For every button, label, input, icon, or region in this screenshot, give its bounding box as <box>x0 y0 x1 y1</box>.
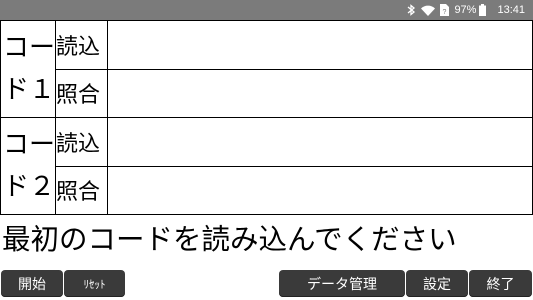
code2-read-row: コー ド２ 読込 <box>0 117 533 215</box>
code1-verify-row: 照合 <box>1 68 533 118</box>
code1-label-line1: コー <box>3 33 56 63</box>
battery-icon <box>479 4 487 16</box>
code1-label-line2: ド１ <box>3 75 56 105</box>
reset-button[interactable]: ﾘｾｯﾄ <box>64 270 125 297</box>
code2-label: コー ド２ <box>0 117 57 215</box>
code1-label: コー ド１ <box>0 20 57 118</box>
battery-status: 97% <box>454 4 487 16</box>
bluetooth-icon <box>407 4 416 16</box>
code2-read-value <box>107 117 533 167</box>
code2-label-line2: ド２ <box>3 172 56 202</box>
code1-verify-value <box>107 68 533 118</box>
code2-verify-row: 照合 <box>1 165 533 215</box>
sim-icon: ? <box>440 4 450 16</box>
code1-read-label: 読込 <box>55 20 109 70</box>
exit-button[interactable]: 終了 <box>469 270 532 297</box>
instruction-message: 最初のコードを読み込んでください <box>2 223 457 256</box>
status-icons: ? 97% 13:41 <box>407 0 525 20</box>
code2-verify-value <box>107 165 533 215</box>
start-button[interactable]: 開始 <box>1 270 63 297</box>
settings-button[interactable]: 設定 <box>406 270 468 297</box>
code2-read-label: 読込 <box>55 117 109 167</box>
svg-text:?: ? <box>443 9 447 16</box>
code1-read-value <box>107 20 533 70</box>
clock: 13:41 <box>497 4 525 16</box>
status-bar: ? 97% 13:41 <box>0 0 533 20</box>
data-management-button[interactable]: データ管理 <box>279 270 405 297</box>
code2-label-line1: コー <box>3 130 56 160</box>
code1-verify-label: 照合 <box>55 68 109 118</box>
code1-read-row: コー ド１ 読込 <box>0 20 533 118</box>
code-table: コー ド１ 読込 照合 コー ド２ 読込 照合 <box>0 20 533 215</box>
wifi-icon <box>421 5 436 16</box>
code2-verify-label: 照合 <box>55 165 109 215</box>
battery-percent: 97% <box>454 4 477 16</box>
